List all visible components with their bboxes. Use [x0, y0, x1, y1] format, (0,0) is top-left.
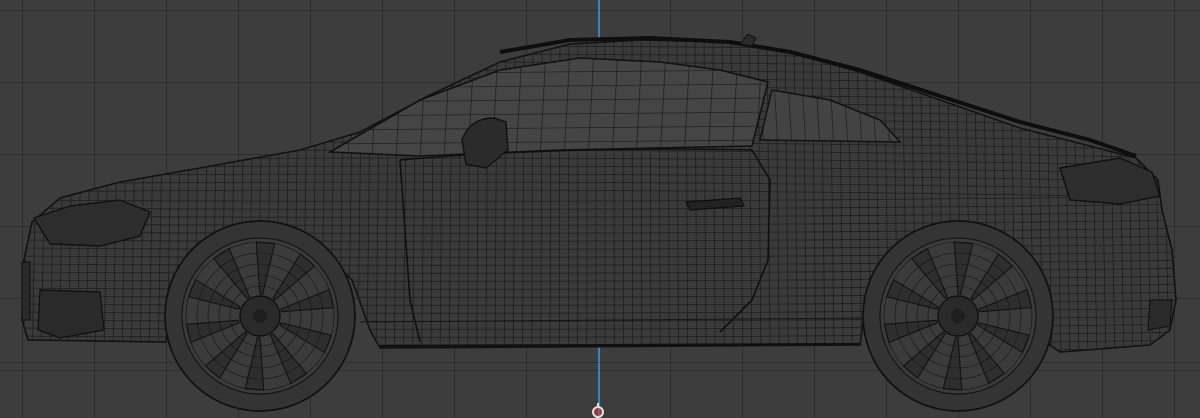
front-wheel [164, 220, 356, 412]
object-origin-icon[interactable] [592, 403, 604, 418]
3d-viewport[interactable] [0, 0, 1200, 418]
rear-wheel [862, 220, 1054, 412]
car-wireframe-mesh[interactable] [0, 0, 1200, 418]
